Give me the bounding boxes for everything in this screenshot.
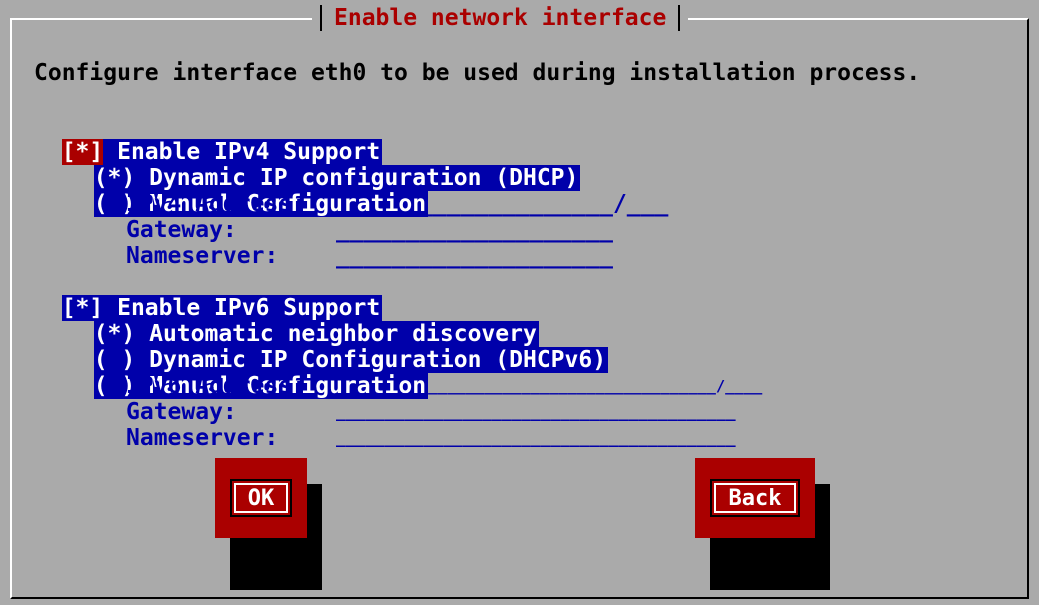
ipv6-nameserver-field[interactable]: ________________________________________… [336,425,736,451]
ipv4-enable-checkbox[interactable]: [*] Enable IPv4 Support [34,113,383,165]
ipv6-enable-checkbox[interactable]: [*] Enable IPv6 Support [34,269,383,321]
ipv4-gateway-field[interactable]: ____________________ [336,217,613,243]
ipv6-address-field[interactable]: ________________________________________… [336,373,762,399]
ipv4-nameserver-label: Nameserver: [126,243,279,269]
ipv6-manual-radio[interactable]: ( ) Manual Configuration [66,347,429,399]
ipv4-gateway-label: Gateway: [126,217,237,243]
ok-button-label: OK [247,485,275,511]
ipv6-address-label: IPv6 Address: [126,373,307,399]
ipv6-nameserver-label: Nameserver: [126,425,279,451]
back-button[interactable]: Back [695,458,815,538]
ipv4-address-field[interactable]: ____________________/___ [336,191,668,217]
back-button-label: Back [728,485,782,511]
ipv6-gateway-field[interactable]: ________________________________________… [336,399,736,425]
ipv6-auto-radio[interactable]: (*) Automatic neighbor discovery [66,295,539,347]
ipv4-manual-radio[interactable]: ( ) Manual Configuration [66,165,429,217]
dialog-title: Enable network interface [334,5,667,31]
title-right-tick [678,5,681,31]
ipv4-dhcp-radio[interactable]: (*) Dynamic IP configuration (DHCP) [66,139,581,191]
ipv6-gateway-label: Gateway: [126,399,237,425]
ipv6-dhcp-radio[interactable]: ( ) Dynamic IP Configuration (DHCPv6) [66,321,609,373]
ipv4-nameserver-field[interactable]: ____________________ [336,243,613,269]
dialog-title-bar: Enable network interface [312,4,689,32]
dialog-description: Configure interface eth0 to be used duri… [34,60,921,86]
ok-button[interactable]: OK [215,458,307,538]
ipv4-address-label: IPv4 Address: [126,191,307,217]
